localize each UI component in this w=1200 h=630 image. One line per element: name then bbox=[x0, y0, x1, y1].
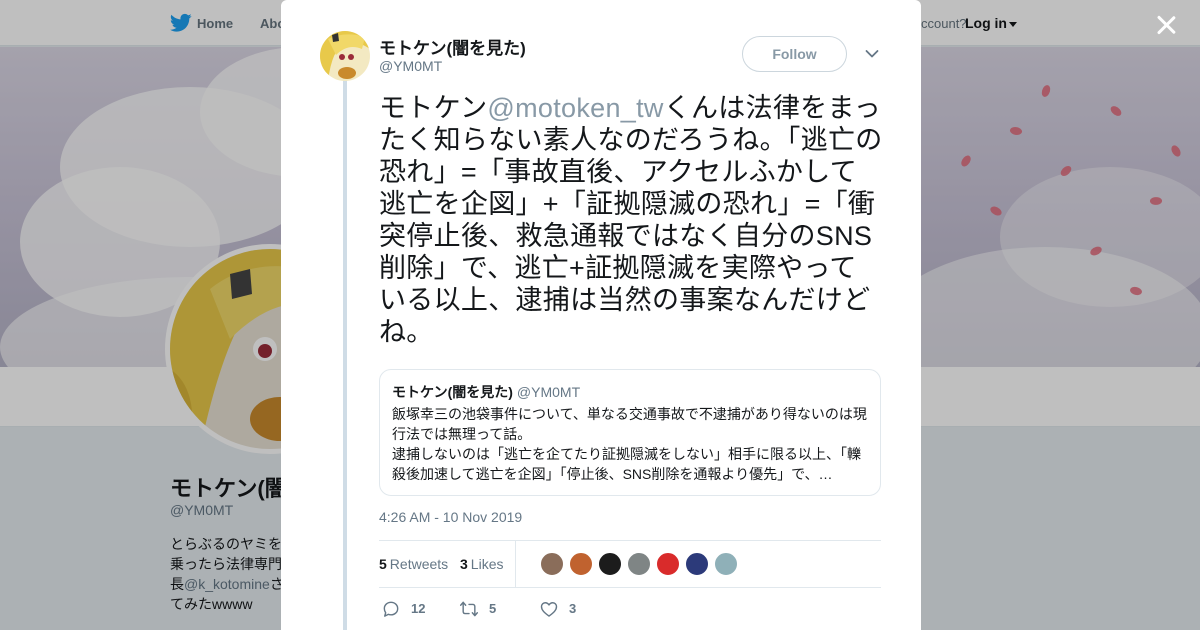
retweets-label: Retweets bbox=[389, 556, 449, 572]
likes-stat[interactable]: 3 Likes bbox=[460, 556, 503, 572]
liker-avatar[interactable] bbox=[540, 552, 564, 576]
liker-avatar[interactable] bbox=[685, 552, 709, 576]
heart-icon bbox=[540, 602, 558, 617]
quoted-tweet-header: モトケン(闇を見た) @YM0MT bbox=[392, 382, 868, 402]
stats-divider bbox=[515, 541, 516, 587]
retweet-count: 5 bbox=[489, 601, 497, 616]
author-avatar-image bbox=[320, 31, 370, 81]
conversation-thread-line bbox=[343, 72, 347, 630]
tweet-text-prefix: モトケン bbox=[379, 93, 488, 123]
reply-count: 12 bbox=[411, 601, 426, 616]
tweet-text-body: くんは法律をまったく知らない素人なのだろうね。「逃亡の恐れ」=「事故直後、アクセ… bbox=[379, 93, 883, 347]
author-avatar[interactable] bbox=[320, 31, 370, 81]
retweets-count: 5 bbox=[379, 556, 387, 572]
retweets-stat[interactable]: 5 Retweets bbox=[379, 556, 448, 572]
likes-count: 3 bbox=[460, 556, 468, 572]
tweet-mention-link[interactable]: @motoken_tw bbox=[487, 93, 663, 123]
retweet-icon bbox=[459, 601, 479, 617]
liker-avatar[interactable] bbox=[627, 552, 651, 576]
tweet-text: モトケン@motoken_twくんは法律をまったく知らない素人なのだろうね。「逃… bbox=[379, 92, 884, 348]
liker-avatar[interactable] bbox=[656, 552, 680, 576]
tweet-actions: 12 5 3 bbox=[379, 598, 881, 622]
close-modal-button[interactable] bbox=[1153, 12, 1179, 38]
likes-label: Likes bbox=[470, 556, 504, 572]
quoted-tweet-text: 飯塚幸三の池袋事件について、単なる交通事故で不逮捕があり得ないのは現行法では無理… bbox=[392, 406, 867, 482]
author-handle[interactable]: @YM0MT bbox=[379, 58, 442, 74]
author-name[interactable]: モトケン(闇を見た) bbox=[379, 34, 526, 59]
quoted-tweet-card[interactable]: モトケン(闇を見た) @YM0MT 飯塚幸三の池袋事件について、単なる交通事故で不… bbox=[379, 369, 881, 496]
tweet-timestamp[interactable]: 4:26 AM - 10 Nov 2019 bbox=[379, 509, 522, 525]
chevron-down-icon[interactable] bbox=[864, 46, 880, 62]
liker-avatar[interactable] bbox=[569, 552, 593, 576]
quoted-tweet-author-name: モトケン(闇を見た) bbox=[392, 384, 513, 400]
like-count: 3 bbox=[569, 601, 577, 616]
liker-avatar[interactable] bbox=[714, 552, 738, 576]
tweet-permalink-modal: モトケン(闇を見た) @YM0MT Follow モトケン@motoken_tw… bbox=[281, 0, 921, 630]
liker-avatar[interactable] bbox=[598, 552, 622, 576]
follow-button[interactable]: Follow bbox=[742, 36, 847, 72]
tweet-stats: 5 Retweets 3 Likes bbox=[379, 540, 881, 588]
reply-icon bbox=[383, 601, 399, 617]
quoted-tweet-author-handle: @YM0MT bbox=[516, 384, 581, 400]
